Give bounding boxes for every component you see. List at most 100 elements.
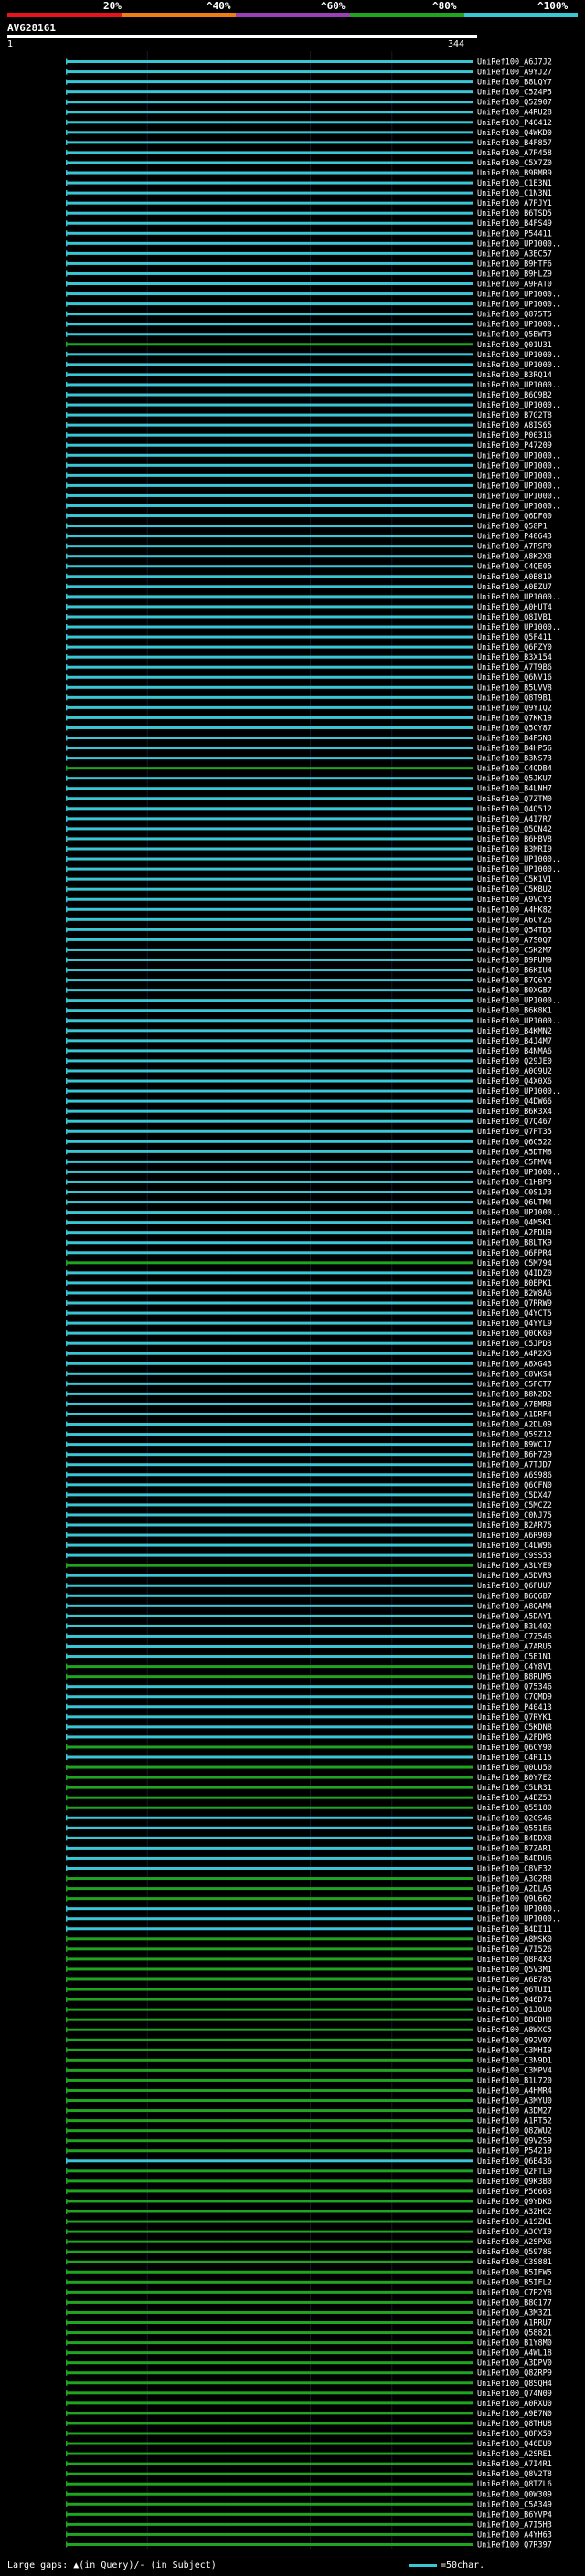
hit-label[interactable]: UniRef100_P47209 (477, 441, 552, 451)
hit-bar[interactable] (66, 373, 473, 376)
hit-bar[interactable] (66, 1584, 473, 1587)
hit-bar[interactable] (66, 70, 473, 74)
hit-label[interactable]: UniRef100_C4R115 (477, 1754, 552, 1763)
hit-label[interactable]: UniRef100_UP1000.. (477, 1905, 561, 1914)
hit-bar[interactable] (66, 545, 473, 548)
hit-label[interactable]: UniRef100_A0G9U2 (477, 1067, 552, 1076)
hit-label[interactable]: UniRef100_C5FCT7 (477, 1380, 552, 1389)
hit-label[interactable]: UniRef100_A5DTM8 (477, 1148, 552, 1157)
hit-label[interactable]: UniRef100_Q5Z907 (477, 99, 552, 108)
hit-label[interactable]: UniRef100_A6J7J2 (477, 58, 552, 68)
hit-label[interactable]: UniRef100_Q8TZL6 (477, 2480, 552, 2489)
hit-bar[interactable] (66, 90, 473, 94)
hit-label[interactable]: UniRef100_Q6PZY0 (477, 643, 552, 652)
hit-bar[interactable] (66, 837, 473, 841)
hit-bar[interactable] (66, 1392, 473, 1395)
hit-label[interactable]: UniRef100_B9HTF6 (477, 260, 552, 269)
hit-label[interactable]: UniRef100_A3G2R8 (477, 1875, 552, 1884)
hit-label[interactable]: UniRef100_Q6TUI1 (477, 1986, 552, 1995)
hit-label[interactable]: UniRef100_A3LYE9 (477, 1562, 552, 1571)
hit-bar[interactable] (66, 2512, 473, 2516)
hit-label[interactable]: UniRef100_C5LR31 (477, 1784, 552, 1793)
hit-bar[interactable] (66, 665, 473, 669)
hit-label[interactable]: UniRef100_Q1J0U0 (477, 2006, 552, 2015)
hit-bar[interactable] (66, 685, 473, 689)
hit-bar[interactable] (66, 2280, 473, 2284)
hit-bar[interactable] (66, 2422, 473, 2425)
hit-label[interactable]: UniRef100_A9B7N0 (477, 2410, 552, 2419)
hit-label[interactable]: UniRef100_B6H729 (477, 1451, 552, 1460)
hit-label[interactable]: UniRef100_Q8SQH4 (477, 2380, 552, 2389)
hit-label[interactable]: UniRef100_P00316 (477, 431, 552, 440)
hit-label[interactable]: UniRef100_C5M794 (477, 1259, 552, 1268)
hit-bar[interactable] (66, 777, 473, 780)
hit-bar[interactable] (66, 938, 473, 941)
hit-label[interactable]: UniRef100_A3CYI9 (477, 2228, 552, 2237)
hit-bar[interactable] (66, 141, 473, 144)
hit-label[interactable]: UniRef100_UP1000.. (477, 1087, 561, 1097)
hit-label[interactable]: UniRef100_B4HP56 (477, 745, 552, 754)
hit-label[interactable]: UniRef100_Q6B436 (477, 2157, 552, 2167)
hit-label[interactable]: UniRef100_C1N3N1 (477, 189, 552, 198)
hit-label[interactable]: UniRef100_C4QDB4 (477, 765, 552, 774)
hit-label[interactable]: UniRef100_Q58P1 (477, 523, 548, 532)
hit-label[interactable]: UniRef100_C5FMV4 (477, 1158, 552, 1167)
hit-label[interactable]: UniRef100_Q59Z12 (477, 1431, 552, 1440)
hit-bar[interactable] (66, 1665, 473, 1669)
hit-label[interactable]: UniRef100_C0NJ75 (477, 1511, 552, 1521)
hit-bar[interactable] (66, 2412, 473, 2415)
hit-label[interactable]: UniRef100_Q7ZTM0 (477, 795, 552, 804)
hit-bar[interactable] (66, 535, 473, 538)
hit-bar[interactable] (66, 1634, 473, 1638)
hit-label[interactable]: UniRef100_A4RU28 (477, 109, 552, 118)
hit-bar[interactable] (66, 1119, 473, 1123)
hit-label[interactable]: UniRef100_B9HLZ9 (477, 270, 552, 279)
hit-bar[interactable] (66, 383, 473, 387)
hit-label[interactable]: UniRef100_B6HBV8 (477, 835, 552, 844)
hit-label[interactable]: UniRef100_B6K8K1 (477, 1007, 552, 1016)
hit-bar[interactable] (66, 1180, 473, 1183)
hit-bar[interactable] (66, 191, 473, 195)
hit-bar[interactable] (66, 1503, 473, 1507)
hit-label[interactable]: UniRef100_B6KIU4 (477, 967, 552, 976)
hit-bar[interactable] (66, 1109, 473, 1113)
hit-label[interactable]: UniRef100_UP1000.. (477, 472, 561, 481)
hit-label[interactable]: UniRef100_A9VCY3 (477, 896, 552, 905)
hit-label[interactable]: UniRef100_A7S0Q7 (477, 936, 552, 945)
hit-label[interactable]: UniRef100_Q4WKD0 (477, 129, 552, 138)
hit-bar[interactable] (66, 1655, 473, 1659)
hit-label[interactable]: UniRef100_C5JPD3 (477, 1340, 552, 1349)
hit-label[interactable]: UniRef100_UP1000.. (477, 855, 561, 864)
hit-bar[interactable] (66, 1745, 473, 1749)
hit-bar[interactable] (66, 1806, 473, 1809)
hit-label[interactable]: UniRef100_UP1000.. (477, 351, 561, 360)
hit-bar[interactable] (66, 705, 473, 709)
hit-label[interactable]: UniRef100_Q0W309 (477, 2490, 552, 2499)
hit-bar[interactable] (66, 1675, 473, 1679)
hit-label[interactable]: UniRef100_A6B785 (477, 1976, 552, 1985)
hit-bar[interactable] (66, 2220, 473, 2223)
hit-bar[interactable] (66, 393, 473, 397)
hit-label[interactable]: UniRef100_C0S1J3 (477, 1189, 552, 1198)
hit-bar[interactable] (66, 2048, 473, 2051)
hit-label[interactable]: UniRef100_A7ARU5 (477, 1643, 552, 1652)
hit-label[interactable]: UniRef100_Q6FUU7 (477, 1582, 552, 1591)
hit-label[interactable]: UniRef100_A8XG43 (477, 1360, 552, 1369)
hit-bar[interactable] (66, 585, 473, 588)
hit-bar[interactable] (66, 1927, 473, 1931)
hit-label[interactable]: UniRef100_A3DM27 (477, 2107, 552, 2116)
hit-label[interactable]: UniRef100_C7QMD9 (477, 1693, 552, 1702)
hit-label[interactable]: UniRef100_A7T9B6 (477, 663, 552, 673)
hit-bar[interactable] (66, 1513, 473, 1517)
hit-bar[interactable] (66, 1201, 473, 1204)
hit-label[interactable]: UniRef100_B9PUM9 (477, 956, 552, 965)
hit-label[interactable]: UniRef100_B4FS49 (477, 219, 552, 228)
hit-bar[interactable] (66, 2432, 473, 2435)
hit-bar[interactable] (66, 423, 473, 427)
hit-label[interactable]: UniRef100_C5KDN8 (477, 1723, 552, 1733)
hit-label[interactable]: UniRef100_Q6CY90 (477, 1744, 552, 1753)
hit-label[interactable]: UniRef100_B3X154 (477, 653, 552, 663)
hit-label[interactable]: UniRef100_B4DI11 (477, 1925, 552, 1935)
hit-label[interactable]: UniRef100_Q7R397 (477, 2540, 552, 2549)
hit-bar[interactable] (66, 443, 473, 447)
